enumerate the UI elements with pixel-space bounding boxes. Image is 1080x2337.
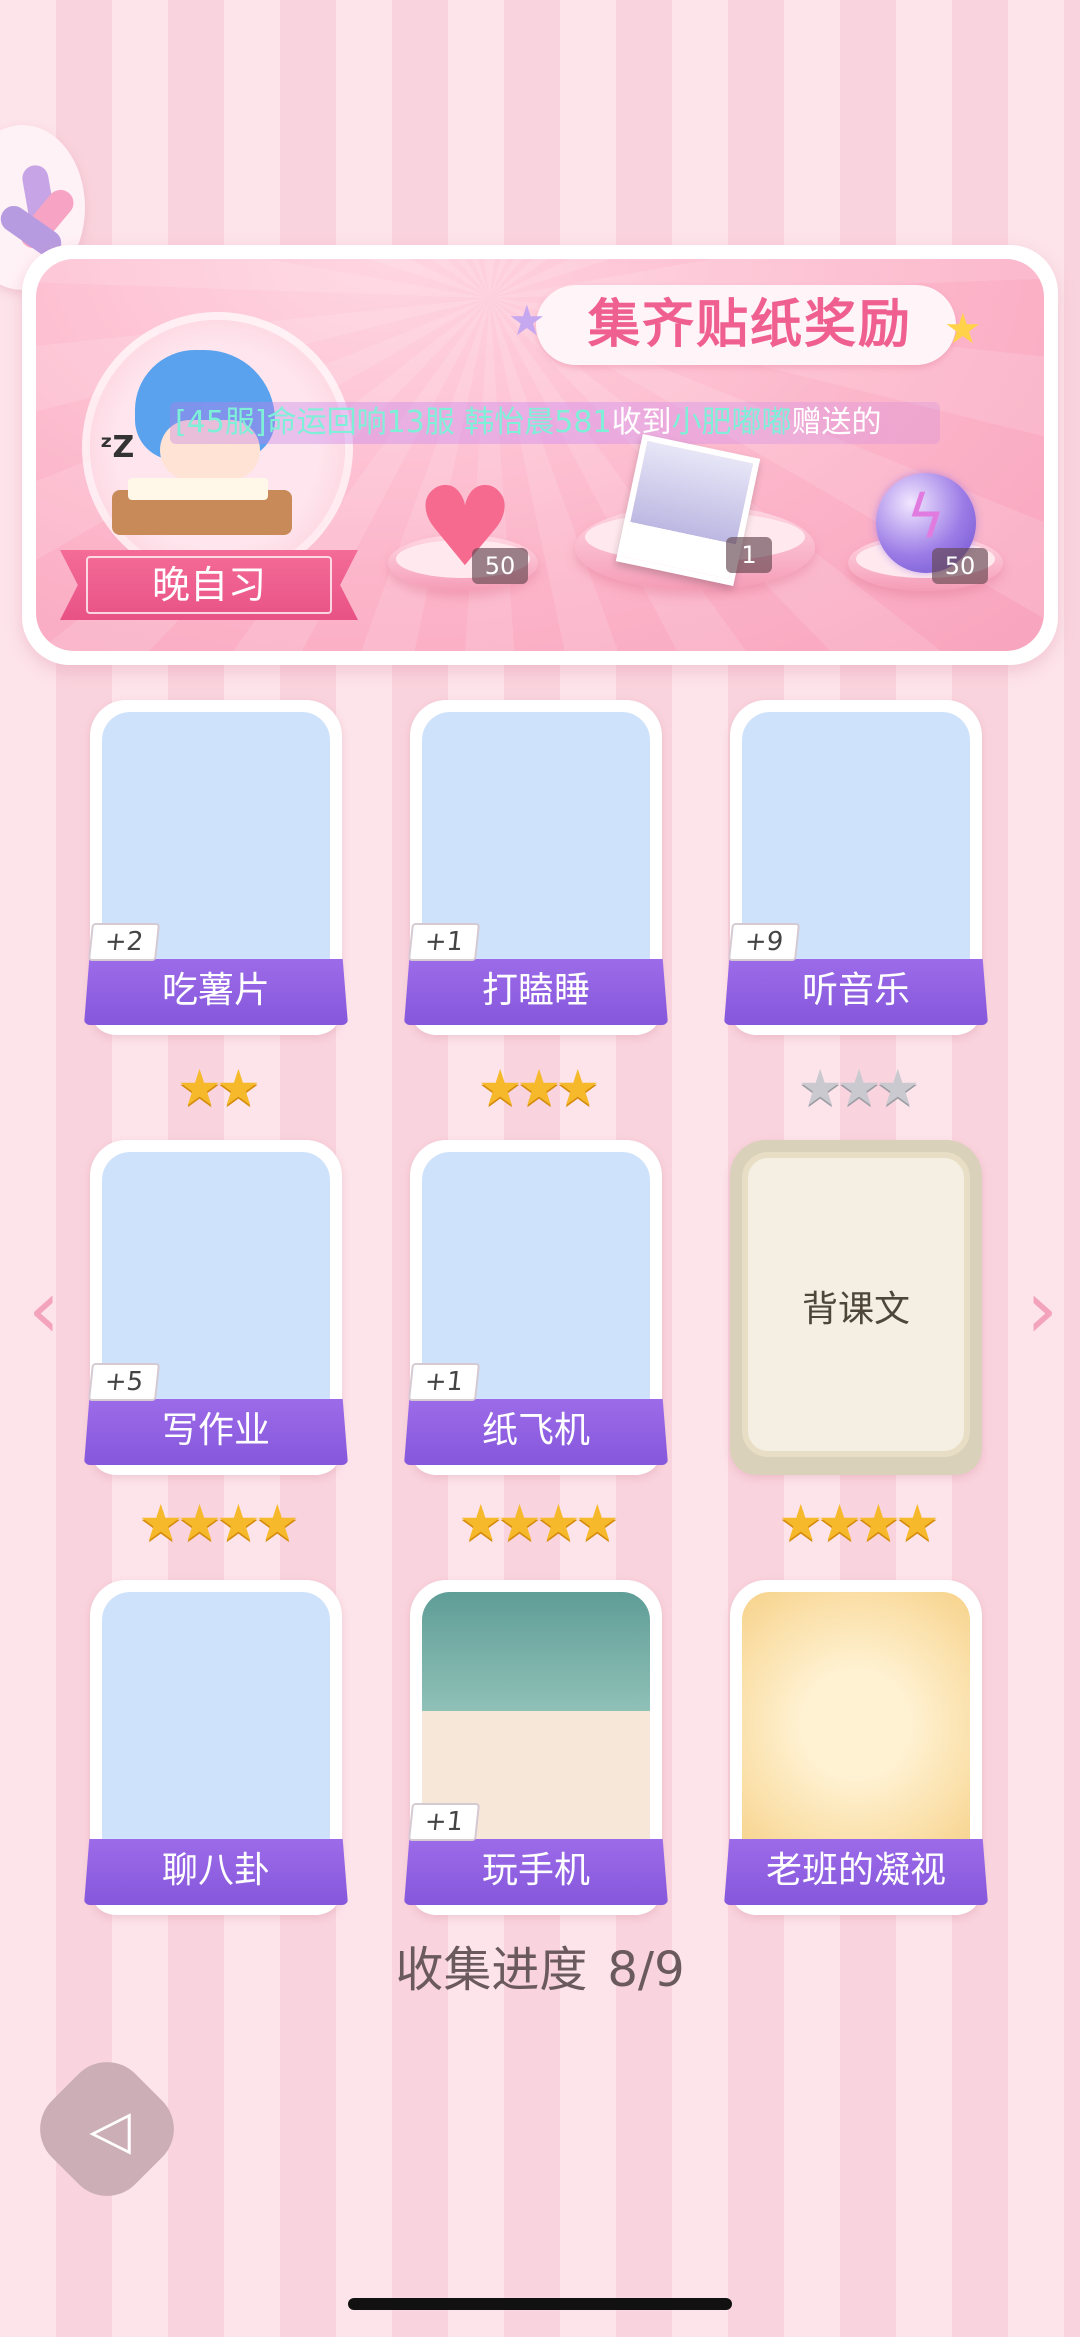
broadcast-suffix: 赠送的 [791,405,882,440]
sticker-card[interactable]: 打瞌睡 +1 [404,700,668,1035]
back-arrow-icon: ◁ [89,2098,131,2161]
sticker-card[interactable]: 背课文 [730,1140,982,1475]
sleep-icon: ᶻZ [100,430,135,465]
sticker-card[interactable]: 玩手机 +1 [404,1580,668,1915]
star-icon: ★ [508,296,546,345]
star-rating: ★★★★ [458,1494,619,1552]
next-page-arrow[interactable]: › [1012,1270,1072,1350]
sticker-label: 写作业 [84,1399,348,1465]
broadcast-sender: 小肥嘟嘟 [671,405,792,440]
progress-label: 收集进度 [395,1942,588,1998]
sticker-card[interactable]: 听音乐 +9 [724,700,988,1035]
prev-page-arrow[interactable]: ‹ [14,1270,74,1350]
duplicate-count-badge: +5 [88,1363,160,1401]
broadcast-player: [45服]命运回响13服 韩怡晨581 [175,405,612,440]
home-indicator [348,2298,732,2310]
sticker-card[interactable]: 纸飞机 +1 [404,1140,668,1475]
sticker-card[interactable]: 聊八卦 [84,1580,348,1915]
sticker-label: 聊八卦 [84,1839,348,1905]
reward-count-1: 50 [472,548,528,584]
banner-title: 集齐贴纸奖励 [587,295,912,355]
reward-count-2: 1 [726,537,772,573]
duplicate-count-badge: +9 [728,923,800,961]
sticker-label: 背课文 [801,1289,910,1330]
lightning-icon: ϟ [906,482,946,552]
star-rating: ★★★ [477,1059,600,1117]
sticker-card[interactable]: 老班的凝视 [724,1580,988,1915]
sticker-label: 玩手机 [404,1839,668,1905]
sticker-art [102,1592,330,1857]
duplicate-count-badge: +2 [88,923,160,961]
duplicate-count-badge: +1 [408,1363,480,1401]
star-rating: ★★★★ [778,1494,939,1552]
reward-count-3: 50 [932,548,988,584]
sticker-label: 打瞌睡 [404,959,668,1025]
collection-progress: 收集进度 8/9 [0,1935,1080,2005]
avatar-book [128,478,268,500]
sticker-art [742,1592,970,1857]
star-rating: ★★★★ [138,1494,299,1552]
featured-label: 晚自习 [151,563,266,607]
broadcast-text: [45服]命运回响13服 韩怡晨581收到小肥嘟嘟赠送的 [175,403,945,443]
progress-value: 8/9 [607,1942,685,1998]
star-rating: ★★ [177,1059,261,1117]
sticker-label: 老班的凝视 [724,1839,988,1905]
duplicate-count-badge: +1 [408,923,480,961]
sticker-card[interactable]: 吃薯片 +2 [84,700,348,1035]
sticker-label: 纸飞机 [404,1399,668,1465]
star-icon: ★ [944,304,982,353]
sticker-label: 听音乐 [724,959,988,1025]
duplicate-count-badge: +1 [408,1803,480,1841]
star-rating: ★★★ [797,1059,920,1117]
sticker-label: 吃薯片 [84,959,348,1025]
sticker-card[interactable]: 写作业 +5 [84,1140,348,1475]
